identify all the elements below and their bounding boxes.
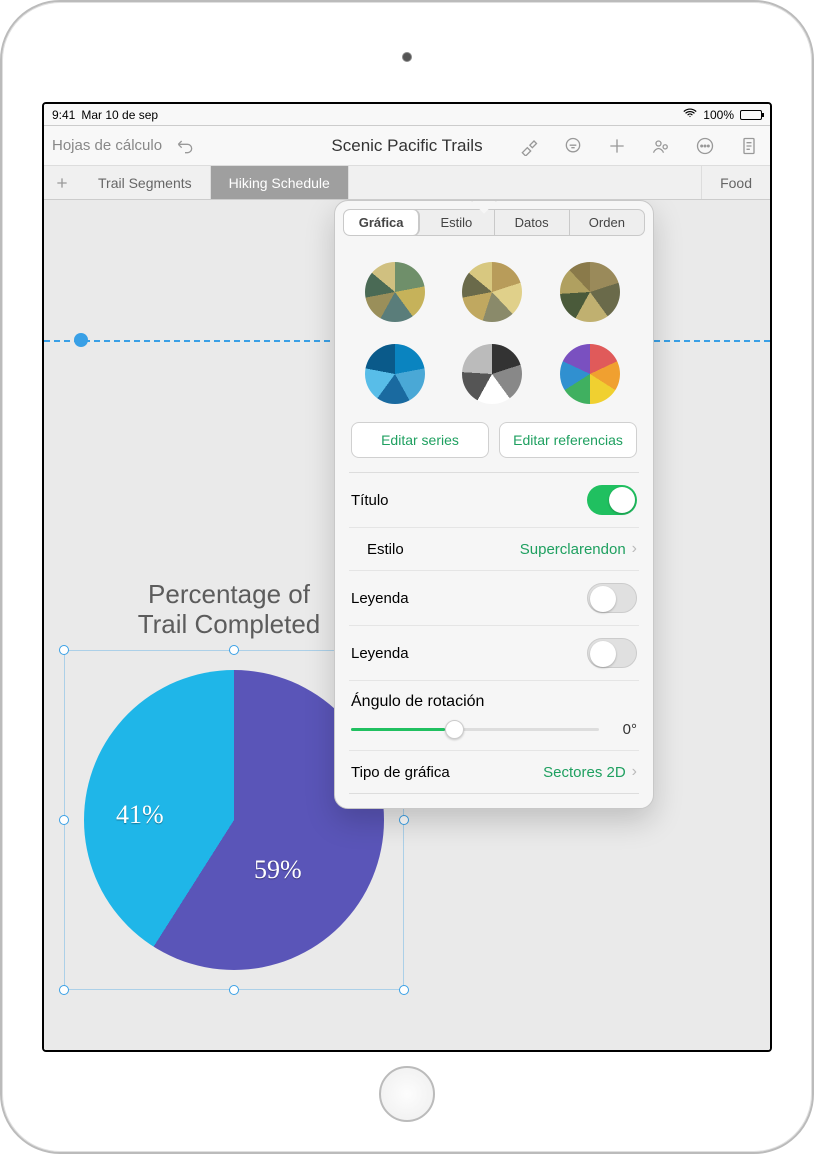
label-leyenda-1: Leyenda <box>351 590 409 607</box>
status-date: Mar 10 de sep <box>81 108 158 122</box>
spreadsheet-canvas[interactable]: Percentage of Trail Completed 59% 41% <box>44 200 770 1050</box>
resize-handle-tl[interactable] <box>59 645 69 655</box>
label-titulo: Título <box>351 492 389 509</box>
sheet-tab-hiking-schedule[interactable]: Hiking Schedule <box>211 166 349 199</box>
pie-slice-label-41: 41% <box>116 800 164 830</box>
popover-tab-orden[interactable]: Orden <box>570 210 644 235</box>
edit-references-button[interactable]: Editar referencias <box>499 422 637 458</box>
chart-style-grid <box>349 248 639 422</box>
sheet-tab-trail-segments[interactable]: Trail Segments <box>80 166 211 199</box>
resize-handle-r[interactable] <box>399 815 409 825</box>
chart-style-preset-6[interactable] <box>560 344 620 404</box>
document-icon[interactable] <box>736 133 762 159</box>
popover-tabs: Gráfica Estilo Datos Orden <box>343 209 645 236</box>
more-icon[interactable] <box>692 133 718 159</box>
chart-style-preset-4[interactable] <box>365 344 425 404</box>
back-to-spreadsheets[interactable]: Hojas de cálculo <box>52 137 162 154</box>
row-chart-type[interactable]: Tipo de gráfica Sectores 2D › <box>349 750 639 793</box>
battery-icon <box>740 110 762 120</box>
toggle-leyenda-1[interactable] <box>587 583 637 613</box>
chart-style-preset-3[interactable] <box>560 262 620 322</box>
value-chart-type: Sectores 2D <box>543 764 626 781</box>
toggle-titulo[interactable] <box>587 485 637 515</box>
app-toolbar: Hojas de cálculo Scenic Pacific Trails <box>44 126 770 166</box>
edit-series-button[interactable]: Editar series <box>351 422 489 458</box>
chevron-right-icon: › <box>632 540 637 558</box>
row-leyenda-1: Leyenda <box>349 570 639 625</box>
format-popover: Gráfica Estilo Datos Orden Ed <box>334 200 654 809</box>
value-title-style: Superclarendon <box>520 541 626 558</box>
rotation-slider[interactable] <box>351 728 599 731</box>
row-leyenda-2: Leyenda <box>349 625 639 680</box>
label-leyenda-2: Leyenda <box>351 645 409 662</box>
row-rotation-angle: Ángulo de rotación 0° <box>349 680 639 750</box>
chart-title-line1: Percentage of <box>148 579 310 609</box>
toggle-leyenda-2[interactable] <box>587 638 637 668</box>
undo-icon[interactable] <box>172 133 198 159</box>
alignment-guide-handle[interactable] <box>74 333 88 347</box>
chart-style-preset-5[interactable] <box>462 344 522 404</box>
resize-handle-t[interactable] <box>229 645 239 655</box>
sheet-tab-food[interactable]: Food <box>701 166 770 199</box>
chart-style-preset-2[interactable] <box>462 262 522 322</box>
chart-title-line2: Trail Completed <box>138 609 321 639</box>
chevron-right-icon: › <box>632 763 637 781</box>
format-brush-icon[interactable] <box>516 133 542 159</box>
screen: 9:41 Mar 10 de sep 100% Hojas de cálculo… <box>42 102 772 1052</box>
chart-style-preset-1[interactable] <box>365 262 425 322</box>
status-bar: 9:41 Mar 10 de sep 100% <box>44 104 770 126</box>
popover-tab-grafica[interactable]: Gráfica <box>344 210 419 235</box>
home-button[interactable] <box>379 1066 435 1122</box>
resize-handle-br[interactable] <box>399 985 409 995</box>
pie-slice-label-59: 59% <box>254 855 302 885</box>
camera-dot <box>402 52 412 62</box>
resize-handle-b[interactable] <box>229 985 239 995</box>
label-rotation: Ángulo de rotación <box>351 693 484 710</box>
row-title-style[interactable]: Estilo Superclarendon › <box>349 527 639 570</box>
sheet-tabs: Trail Segments Hiking Schedule Food <box>44 166 770 200</box>
chart-title[interactable]: Percentage of Trail Completed <box>114 580 344 640</box>
collaborate-icon[interactable] <box>648 133 674 159</box>
label-title-style: Estilo <box>367 541 404 558</box>
wifi-icon <box>683 106 697 123</box>
rotation-value: 0° <box>609 721 637 738</box>
status-time: 9:41 <box>52 108 75 122</box>
popover-tab-datos[interactable]: Datos <box>495 210 570 235</box>
add-icon[interactable] <box>604 133 630 159</box>
row-titulo: Título <box>349 473 639 527</box>
battery-percent: 100% <box>703 108 734 122</box>
label-chart-type: Tipo de gráfica <box>351 764 450 781</box>
resize-handle-bl[interactable] <box>59 985 69 995</box>
resize-handle-l[interactable] <box>59 815 69 825</box>
comment-icon[interactable] <box>560 133 586 159</box>
add-sheet-button[interactable] <box>44 166 80 199</box>
ipad-frame: 9:41 Mar 10 de sep 100% Hojas de cálculo… <box>0 0 814 1154</box>
